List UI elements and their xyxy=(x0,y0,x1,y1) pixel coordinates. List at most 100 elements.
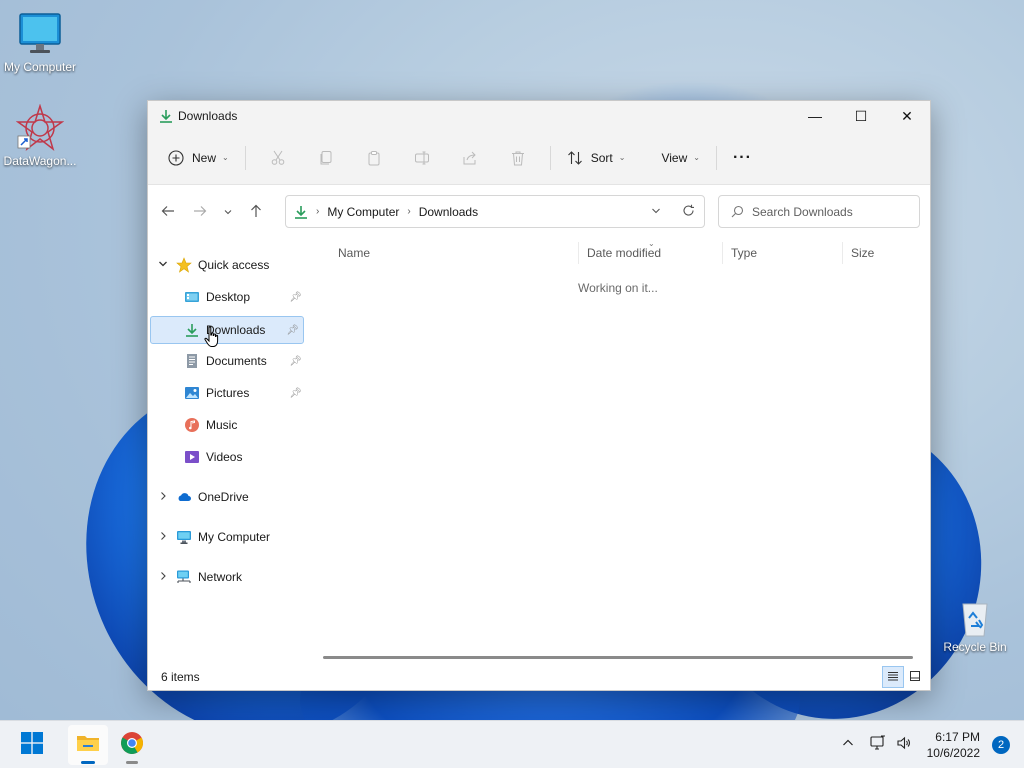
nav-quick-access[interactable]: Quick access xyxy=(156,251,306,279)
active-indicator xyxy=(81,760,95,764)
nav-network[interactable]: Network xyxy=(156,563,306,591)
chevron-right-icon: › xyxy=(407,206,411,217)
delete-icon[interactable] xyxy=(502,142,534,174)
clock[interactable]: 6:17 PM 10/6/2022 xyxy=(927,729,980,761)
datawagon-shortcut-icon xyxy=(15,103,65,152)
column-header-type[interactable]: Type xyxy=(722,242,842,264)
column-header-name[interactable]: Name xyxy=(330,242,578,264)
notification-badge[interactable]: 2 xyxy=(992,735,1010,754)
see-more-button[interactable]: ··· xyxy=(725,142,760,174)
network-monitor-icon xyxy=(870,735,886,754)
desktop-icon-recycle-bin[interactable]: Recycle Bin xyxy=(935,598,1015,654)
desktop-icon-my-computer[interactable]: My Computer xyxy=(0,10,80,74)
details-view-button[interactable] xyxy=(882,666,904,688)
mouse-cursor-icon xyxy=(203,326,221,351)
chrome-icon xyxy=(120,731,144,758)
chevron-right-icon[interactable] xyxy=(156,571,170,583)
arrow-left-icon xyxy=(161,204,175,221)
view-label: View xyxy=(661,150,688,165)
download-icon xyxy=(158,108,174,124)
paste-icon[interactable] xyxy=(358,142,390,174)
windows-logo-icon xyxy=(21,732,43,757)
sort-button[interactable]: Sort ⌄ xyxy=(559,142,634,174)
arrow-right-icon xyxy=(193,204,207,221)
documents-icon xyxy=(184,353,200,369)
arrow-up-icon xyxy=(249,204,263,221)
taskbar: 6:17 PM 10/6/2022 2 xyxy=(0,720,1024,768)
share-icon[interactable] xyxy=(454,142,486,174)
pin-icon: 📌︎ xyxy=(289,291,302,303)
network-status-button[interactable] xyxy=(865,729,891,761)
chevron-down-icon: ⌄ xyxy=(693,153,700,162)
start-button[interactable] xyxy=(12,725,52,765)
taskbar-file-explorer[interactable] xyxy=(68,724,108,765)
maximize-button[interactable]: ☐ xyxy=(838,101,884,131)
address-dropdown-button[interactable] xyxy=(640,197,672,227)
nav-onedrive[interactable]: OneDrive xyxy=(156,483,306,511)
file-explorer-window: Downloads — ☐ ✕ New ⌄ Sort ⌄ View ⌄ ··· … xyxy=(147,100,931,691)
nav-item-desktop[interactable]: Desktop 📌︎ xyxy=(184,283,306,311)
column-header-date-modified[interactable]: Date modified xyxy=(578,242,722,264)
minimize-button[interactable]: — xyxy=(792,101,838,131)
plus-circle-icon xyxy=(168,149,184,166)
back-button[interactable] xyxy=(152,196,184,228)
running-indicator xyxy=(126,760,138,764)
chevron-down-icon xyxy=(223,204,233,220)
chevron-down-icon xyxy=(651,205,661,219)
chevron-down-icon[interactable] xyxy=(156,259,170,271)
nav-item-videos[interactable]: Videos xyxy=(184,443,306,471)
search-icon xyxy=(731,205,744,218)
new-label: New xyxy=(192,150,217,165)
search-input[interactable] xyxy=(752,204,902,219)
desktop-icon-datawagon[interactable]: DataWagon... xyxy=(0,103,80,168)
desktop-icon-label: Recycle Bin xyxy=(943,640,1007,654)
rename-icon[interactable] xyxy=(406,142,438,174)
show-hidden-icons-button[interactable] xyxy=(835,729,861,761)
nav-item-documents[interactable]: Documents 📌︎ xyxy=(184,347,306,375)
sort-label: Sort xyxy=(590,150,613,165)
column-header-size[interactable]: Size xyxy=(842,242,922,264)
nav-item-label: Pictures xyxy=(206,386,250,400)
chevron-down-icon: ⌄ xyxy=(222,153,229,162)
monitor-icon xyxy=(16,10,64,58)
refresh-icon xyxy=(682,204,695,220)
recent-locations-button[interactable] xyxy=(216,196,240,228)
new-button[interactable]: New ⌄ xyxy=(160,142,237,174)
nav-item-pictures[interactable]: Pictures 📌︎ xyxy=(184,379,306,407)
nav-item-label: Network xyxy=(198,570,243,584)
title-bar[interactable]: Downloads — ☐ ✕ xyxy=(148,101,930,131)
volume-button[interactable] xyxy=(891,729,917,761)
cloud-icon xyxy=(176,489,192,505)
copy-icon[interactable] xyxy=(310,142,342,174)
forward-button[interactable] xyxy=(184,196,216,228)
recycle-bin-icon xyxy=(955,598,995,638)
pin-icon: 📌︎ xyxy=(286,324,299,336)
view-button[interactable]: View ⌄ xyxy=(653,142,708,174)
nav-item-downloads[interactable]: Downloads 📌︎ xyxy=(150,316,304,344)
close-button[interactable]: ✕ xyxy=(884,101,930,131)
tiles-view-button[interactable] xyxy=(904,666,926,688)
nav-my-computer[interactable]: My Computer xyxy=(156,523,306,551)
status-bar: 6 items xyxy=(148,664,930,690)
chevron-up-icon xyxy=(842,737,854,752)
refresh-button[interactable] xyxy=(672,197,704,227)
file-list: ⌄ Name Date modified Type Size Working o… xyxy=(308,239,930,659)
nav-item-label: Desktop xyxy=(206,290,251,304)
system-tray: 6:17 PM 10/6/2022 2 xyxy=(835,721,1024,768)
breadcrumb-my-computer[interactable]: My Computer xyxy=(327,205,399,219)
nav-item-label: My Computer xyxy=(198,530,271,544)
chevron-right-icon[interactable] xyxy=(156,491,170,503)
taskbar-chrome[interactable] xyxy=(112,725,152,765)
window-controls: — ☐ ✕ xyxy=(792,101,930,131)
cut-icon[interactable] xyxy=(262,142,294,174)
breadcrumb-downloads[interactable]: Downloads xyxy=(419,205,478,219)
download-icon xyxy=(294,205,308,219)
nav-item-music[interactable]: Music xyxy=(184,411,306,439)
address-bar[interactable]: › My Computer › Downloads xyxy=(285,195,705,228)
chevron-right-icon[interactable] xyxy=(156,531,170,543)
divider xyxy=(549,145,551,170)
horizontal-scrollbar[interactable] xyxy=(323,656,913,659)
search-box[interactable] xyxy=(718,195,920,228)
up-button[interactable] xyxy=(240,196,272,228)
clock-date: 10/6/2022 xyxy=(926,745,980,760)
